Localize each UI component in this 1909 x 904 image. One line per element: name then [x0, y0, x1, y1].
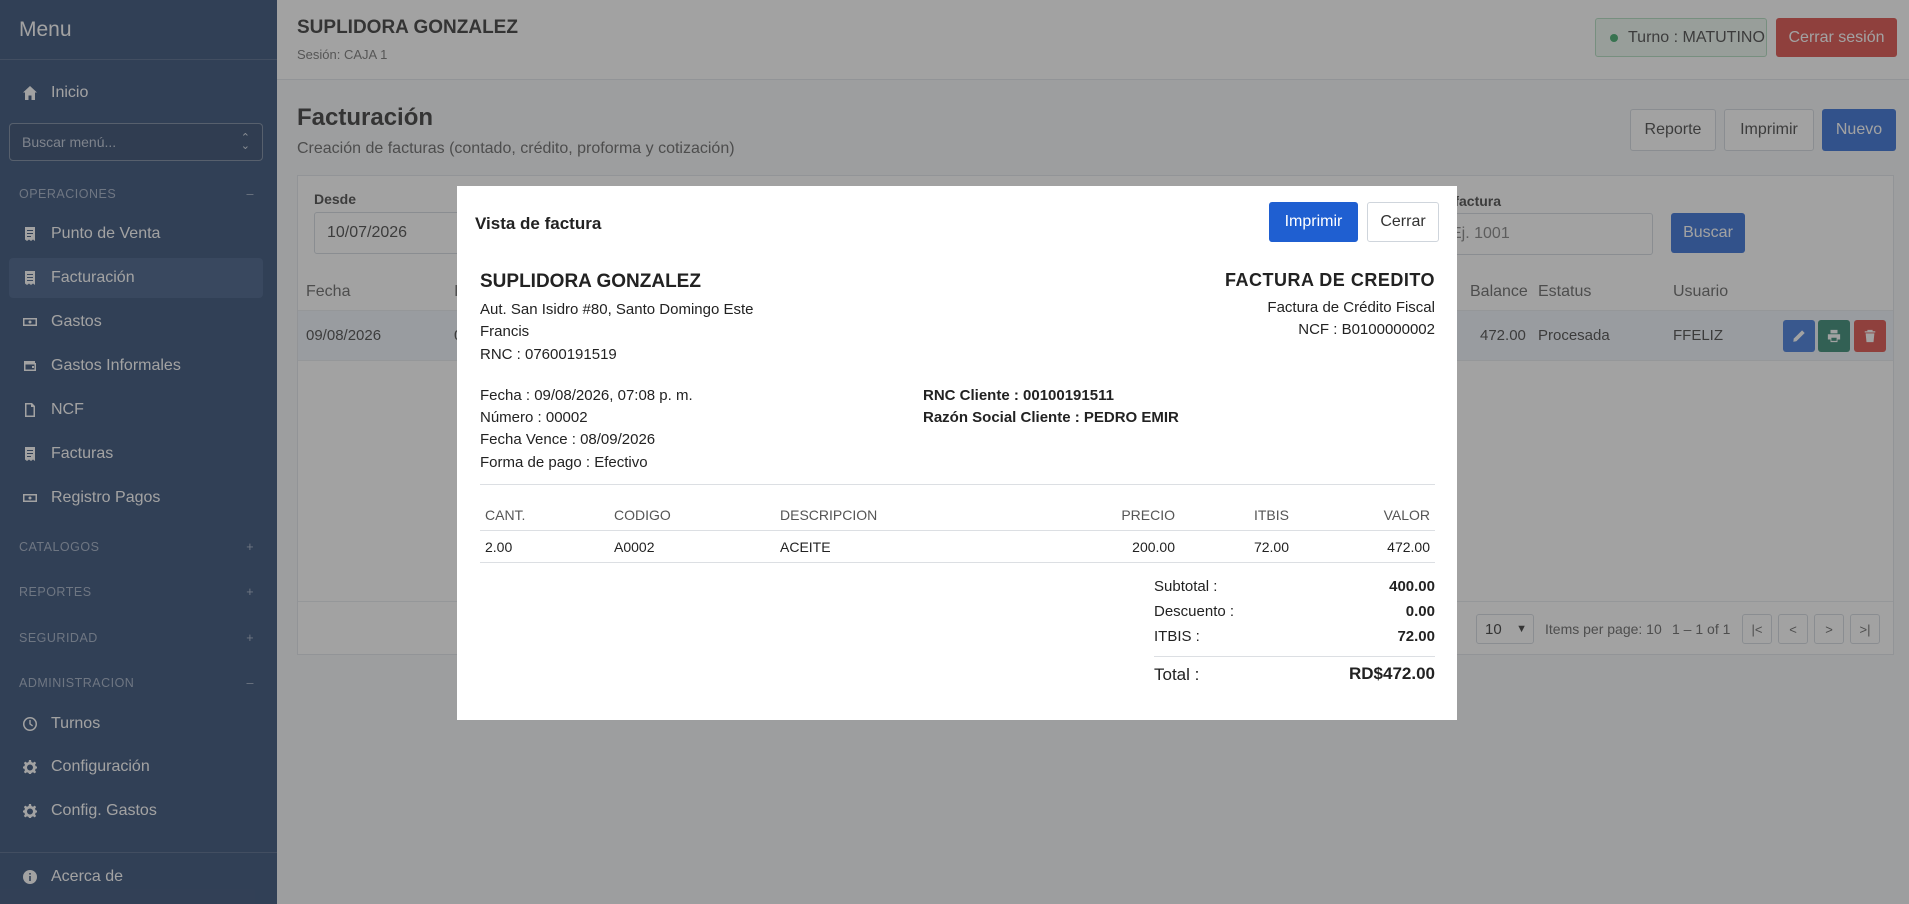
invoice-fecha-vence: Fecha Vence : 08/09/2026: [480, 431, 656, 448]
col-cant: CANT.: [485, 507, 526, 523]
divider: [480, 530, 1435, 531]
invoice-doc-subtype: Factura de Crédito Fiscal: [1267, 299, 1435, 316]
divider: [480, 484, 1435, 485]
invoice-razon-social: Razón Social Cliente : PEDRO EMIR: [923, 409, 1179, 426]
line-precio: 200.00: [1132, 539, 1175, 555]
total-value: RD$472.00: [1348, 664, 1435, 683]
invoice-company: SUPLIDORA GONZALEZ: [480, 271, 701, 292]
invoice-doc-type: FACTURA DE CREDITO: [1224, 270, 1435, 290]
total-label: Total :: [1154, 665, 1200, 684]
subtotal-label: Subtotal :: [1154, 578, 1218, 595]
line-descripcion: ACEITE: [780, 539, 831, 555]
line-itbis: 72.00: [1253, 539, 1289, 555]
line-cant: 2.00: [485, 539, 513, 555]
invoice-rnc: RNC : 07600191519: [480, 346, 617, 363]
col-precio: PRECIO: [1121, 507, 1175, 523]
itbis-value: 72.00: [1397, 628, 1435, 645]
modal-title: Vista de factura: [475, 214, 602, 233]
divider: [480, 562, 1435, 563]
invoice-fecha: Fecha : 09/08/2026, 07:08 p. m.: [480, 387, 693, 404]
invoice-numero: Número : 00002: [480, 409, 588, 426]
invoice-rnc-cliente: RNC Cliente : 00100191511: [923, 387, 1114, 404]
invoice-forma-pago: Forma de pago : Efectivo: [480, 454, 648, 471]
descuento-label: Descuento :: [1154, 603, 1235, 620]
line-codigo: A0002: [614, 539, 655, 555]
totals-divider: [1154, 656, 1435, 657]
invoice-ncf: NCF : B0100000002: [1298, 321, 1435, 338]
subtotal-value: 400.00: [1389, 578, 1435, 595]
line-valor: 472.00: [1387, 539, 1430, 555]
modal-print-button[interactable]: Imprimir: [1269, 202, 1358, 242]
invoice-address-2: Francis: [480, 323, 530, 340]
invoice-preview-modal: Vista de factura Imprimir Cerrar SUPLIDO…: [457, 186, 1457, 720]
col-valor: VALOR: [1383, 507, 1430, 523]
itbis-label: ITBIS :: [1154, 628, 1200, 645]
invoice-address-1: Aut. San Isidro #80, Santo Domingo Este: [480, 301, 754, 318]
col-codigo: CODIGO: [614, 507, 671, 523]
descuento-value: 0.00: [1405, 603, 1435, 620]
modal-close-button[interactable]: Cerrar: [1367, 202, 1439, 242]
col-itbis: ITBIS: [1253, 507, 1289, 523]
col-descripcion: DESCRIPCION: [780, 507, 878, 523]
